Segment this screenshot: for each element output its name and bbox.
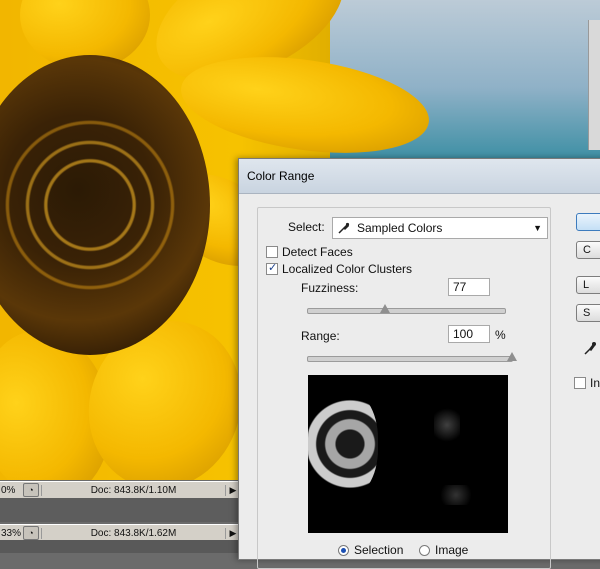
selection-preview[interactable] [308, 375, 508, 533]
ok-button[interactable] [576, 213, 600, 231]
chevron-down-icon: ▼ [533, 223, 542, 233]
workspace-gap [0, 498, 240, 522]
selection-radio[interactable] [338, 544, 349, 556]
cancel-button[interactable]: C [576, 241, 600, 259]
fuzziness-label: Fuzziness: [301, 281, 359, 295]
radio-selection-row[interactable]: Selection [338, 543, 403, 557]
fuzziness-slider[interactable] [307, 304, 506, 314]
side-panel-edge [588, 20, 600, 150]
eyedropper-icon[interactable] [583, 340, 597, 356]
fuzziness-slider-thumb[interactable] [379, 304, 390, 313]
status-bar: 0% ◔ Doc: 843.8K/1.10M ▶ [0, 481, 240, 499]
zoom-level[interactable]: 33% [0, 528, 21, 539]
doc-size: Doc: 843.8K/1.62M [41, 527, 226, 539]
fuzziness-input[interactable]: 77 [448, 278, 490, 296]
select-dropdown[interactable]: Sampled Colors ▼ [332, 217, 548, 239]
zoom-level[interactable]: 0% [0, 485, 21, 496]
save-button[interactable]: S [576, 304, 600, 322]
dialog-content: Select: Sampled Colors ▼ Detect Faces Lo… [239, 194, 600, 569]
eyedropper-icon [337, 221, 351, 235]
image-radio[interactable] [419, 544, 430, 556]
doc-size: Doc: 843.8K/1.10M [41, 484, 226, 496]
select-value: Sampled Colors [357, 221, 443, 235]
sunflower-disk [0, 55, 210, 355]
workspace-bottom [0, 540, 240, 553]
select-label: Select: [288, 220, 325, 234]
invert-checkbox[interactable] [574, 377, 586, 389]
range-slider[interactable] [307, 352, 517, 362]
selection-radio-label: Selection [354, 543, 404, 557]
preview-highlight [436, 485, 476, 505]
localized-clusters-label: Localized Color Clusters [282, 262, 413, 276]
localized-clusters-row[interactable]: Localized Color Clusters [266, 261, 413, 276]
status-menu-icon[interactable]: ◔ [23, 526, 39, 540]
detect-faces-label: Detect Faces [282, 245, 353, 259]
status-menu-icon[interactable]: ◔ [23, 483, 39, 497]
detect-faces-row[interactable]: Detect Faces [266, 245, 353, 259]
invert-label: In [590, 376, 600, 390]
dialog-title: Color Range [247, 169, 315, 183]
image-radio-label: Image [435, 543, 469, 557]
preview-highlight [434, 405, 460, 445]
options-group: Select: Sampled Colors ▼ Detect Faces Lo… [257, 207, 551, 569]
radio-image-row[interactable]: Image [419, 543, 468, 557]
range-slider-thumb[interactable] [507, 352, 517, 361]
range-unit: % [495, 328, 506, 342]
invert-row[interactable]: In [574, 376, 600, 390]
preview-highlight [308, 389, 378, 499]
load-button[interactable]: L [576, 276, 600, 294]
range-input[interactable]: 100 [448, 325, 490, 343]
dialog-titlebar[interactable]: Color Range [239, 159, 600, 194]
localized-clusters-checkbox[interactable] [266, 261, 278, 275]
detect-faces-checkbox[interactable] [266, 246, 278, 258]
range-label: Range: [301, 329, 340, 343]
color-range-dialog: Color Range Select: Sampled Colors ▼ Det… [238, 158, 600, 569]
